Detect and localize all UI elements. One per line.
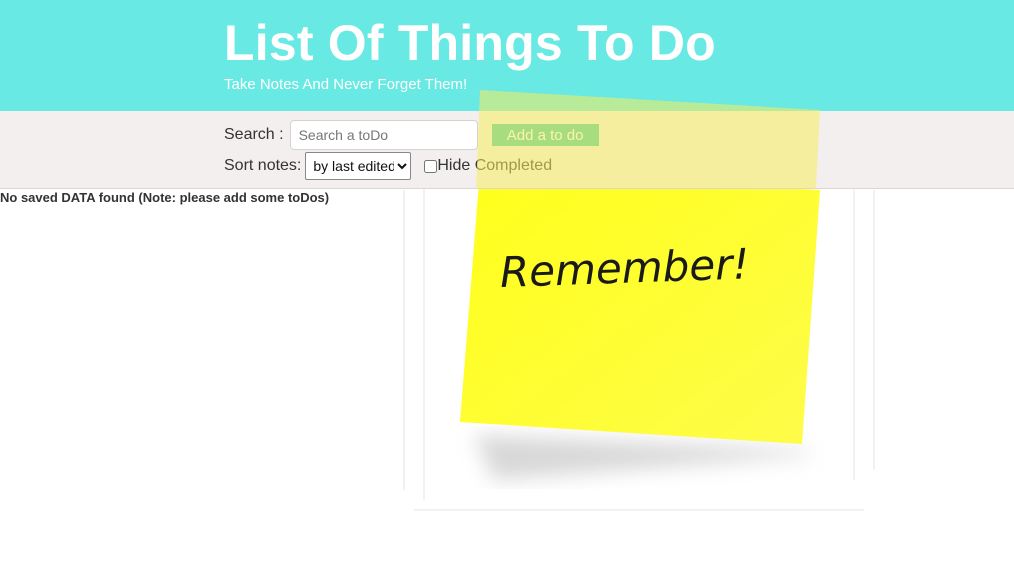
- search-row: Search : Add a to do: [224, 120, 599, 150]
- page: Remember! List Of Things To Do Take Note…: [0, 0, 1014, 570]
- page-title: List Of Things To Do: [224, 15, 716, 71]
- hide-completed-toggle[interactable]: Hide Completed: [424, 157, 552, 175]
- hide-completed-checkbox[interactable]: [424, 159, 438, 173]
- sort-label: Sort notes:: [224, 157, 302, 174]
- sort-select[interactable]: by last edited: [305, 152, 412, 180]
- sticky-note-background-image: Remember!: [403, 170, 875, 511]
- header-banner: List Of Things To Do Take Notes And Neve…: [0, 0, 1014, 111]
- sort-row: Sort notes: by last edited Hide Complete…: [224, 152, 552, 180]
- sticky-note-text: Remember!: [499, 239, 750, 297]
- hide-completed-label: Hide Completed: [437, 157, 553, 174]
- empty-state-message: No saved DATA found (Note: please add so…: [0, 190, 330, 205]
- page-subtitle: Take Notes And Never Forget Them!: [224, 76, 468, 93]
- add-todo-button[interactable]: Add a to do: [491, 124, 599, 146]
- sticky-note-shape: [460, 170, 820, 444]
- search-input[interactable]: [289, 120, 478, 150]
- search-label: Search :: [224, 126, 284, 143]
- toolbar: Search : Add a to do Sort notes: by last…: [0, 111, 1014, 189]
